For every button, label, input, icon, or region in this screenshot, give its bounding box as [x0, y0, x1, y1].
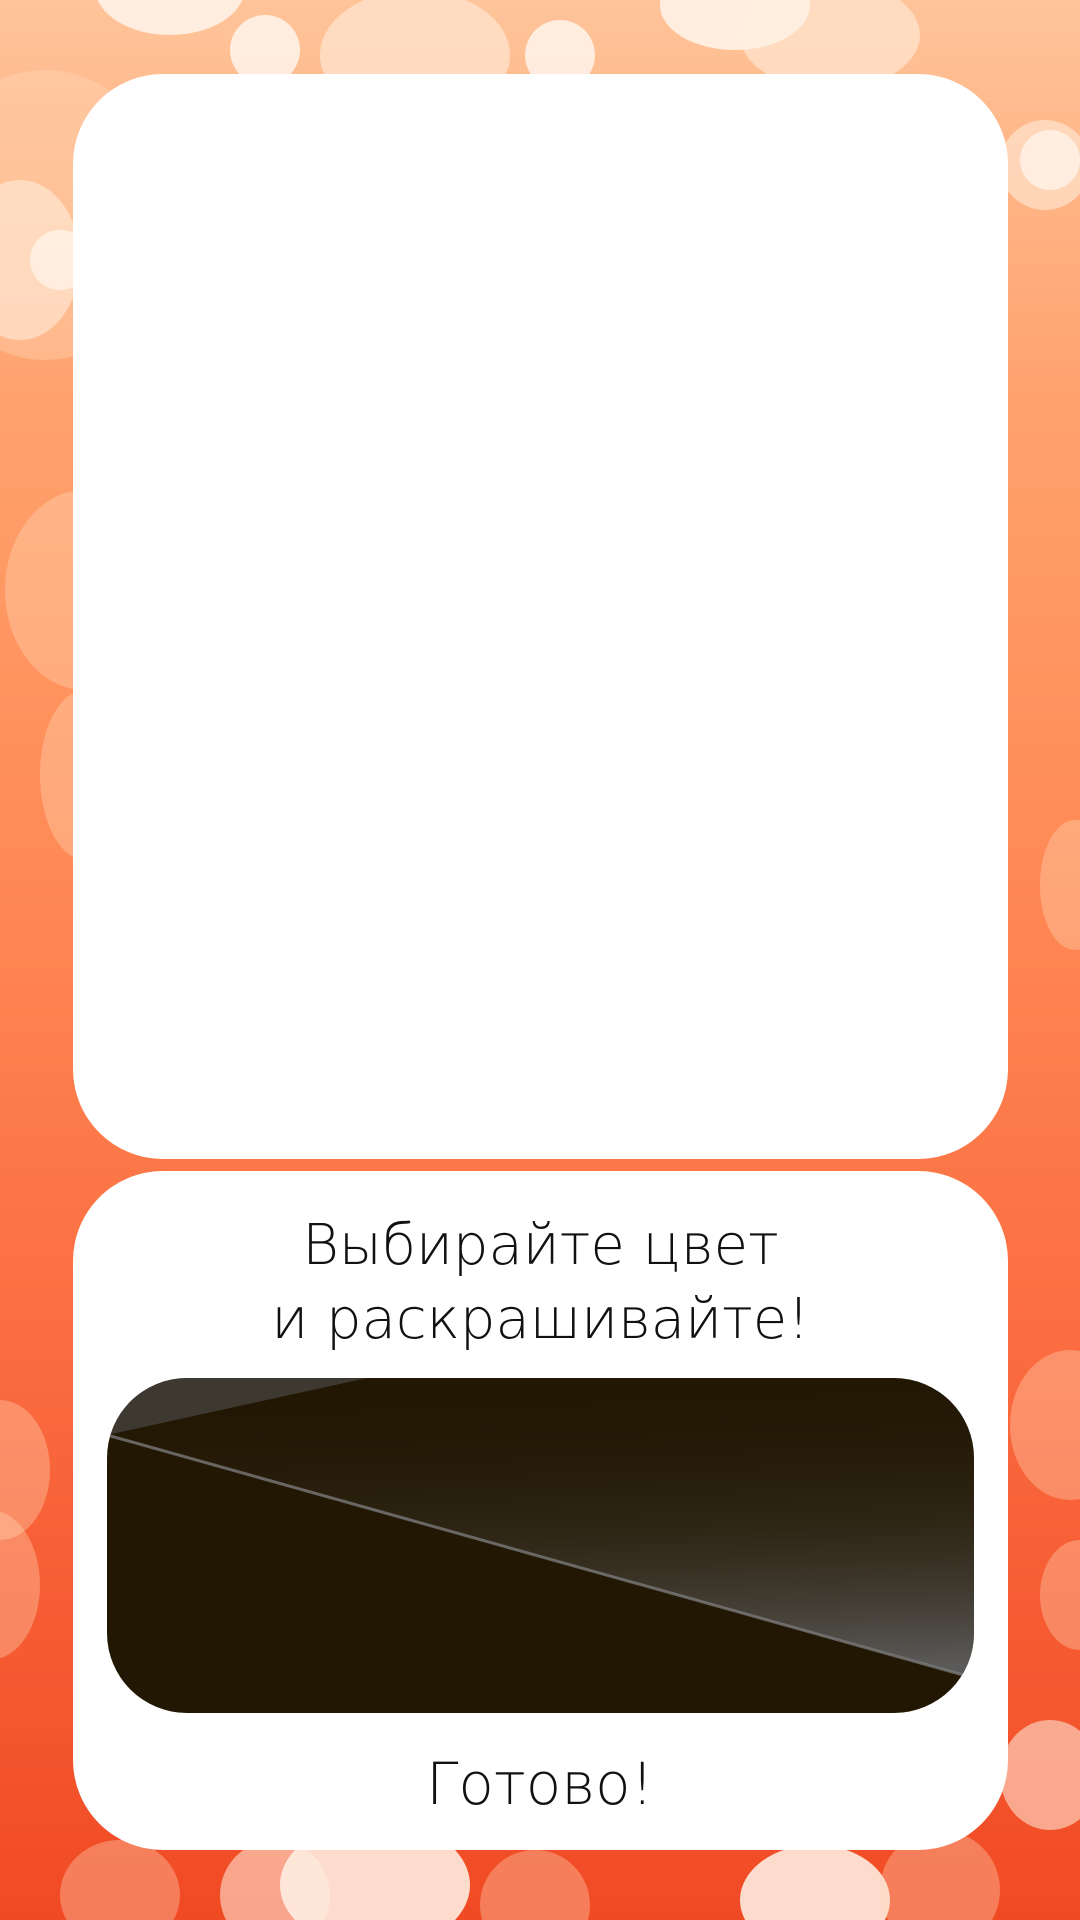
selected-color-swatch[interactable] — [107, 1378, 974, 1713]
done-button[interactable]: Готово! — [340, 1744, 740, 1824]
coloring-canvas[interactable] — [73, 74, 1008, 1159]
swatch-gloss — [107, 1378, 974, 1680]
instruction-line-1: Выбирайте цвет — [302, 1213, 779, 1278]
instruction-line-2: и раскрашивайте! — [271, 1287, 810, 1352]
instruction-text: Выбирайте цвет и раскрашивайте! — [73, 1209, 1008, 1357]
color-picker-panel: Выбирайте цвет и раскрашивайте! Готово! — [73, 1171, 1008, 1850]
